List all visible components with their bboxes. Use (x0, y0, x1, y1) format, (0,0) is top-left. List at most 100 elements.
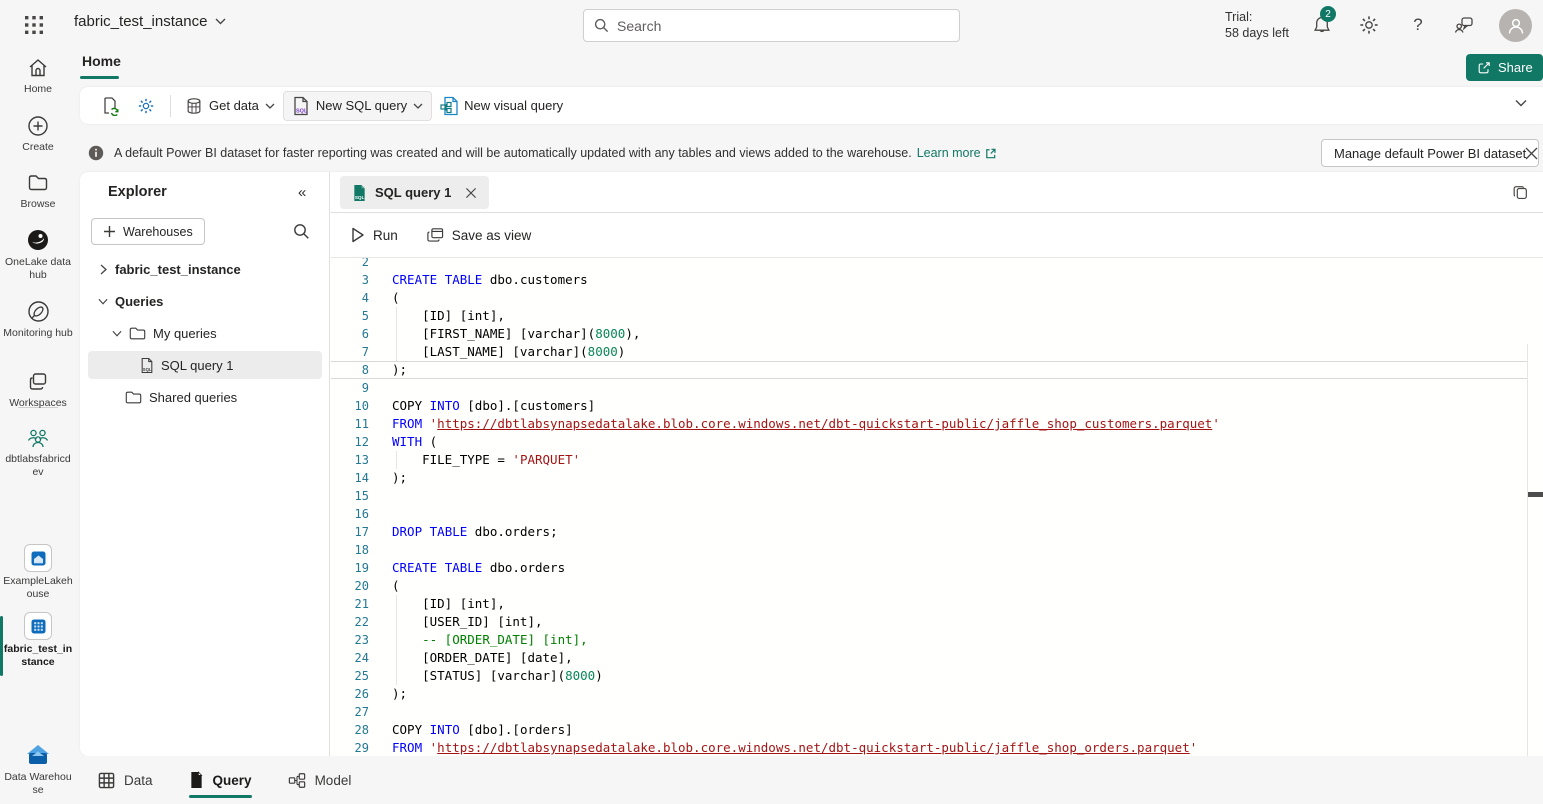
rail-item-fabric-test-instance[interactable]: fabric_test_instance (0, 612, 76, 669)
line-number: 6 (331, 325, 369, 343)
code-line[interactable]: 2 (331, 258, 1527, 271)
rail-item-workspaces[interactable]: Workspaces (0, 370, 76, 410)
sql-code-editor[interactable]: 23CREATE TABLE dbo.customers4(5 [ID] [in… (331, 258, 1543, 756)
data-warehouse-icon (24, 742, 52, 768)
line-number: 5 (331, 307, 369, 325)
code-line[interactable]: 29FROM 'https://dbtlabsynapsedatalake.bl… (331, 739, 1527, 756)
new-visual-query-button[interactable]: New visual query (432, 92, 571, 120)
rail-item-data-warehouse[interactable]: Data Warehouse (0, 742, 76, 797)
query-toolbar: Run Save as view (331, 213, 1543, 258)
explorer-search-icon[interactable] (293, 223, 310, 240)
code-line[interactable]: 24 [ORDER_DATE] [date], (331, 649, 1527, 667)
indent-guide (396, 325, 397, 343)
learn-more-link[interactable]: Learn more (917, 146, 997, 160)
search-icon (594, 18, 609, 33)
add-warehouses-button[interactable]: Warehouses (91, 218, 205, 245)
code-line[interactable]: 21 [ID] [int], (331, 595, 1527, 613)
banner-message: A default Power BI dataset for faster re… (114, 146, 912, 160)
rail-item-browse[interactable]: Browse (0, 171, 76, 211)
close-tab-icon[interactable] (465, 187, 477, 199)
svg-text:SQL: SQL (143, 366, 152, 371)
line-number: 20 (331, 577, 369, 595)
code-line[interactable]: 19CREATE TABLE dbo.orders (331, 559, 1527, 577)
code-line[interactable]: 20( (331, 577, 1527, 595)
trial-status: Trial: 58 days left (1225, 9, 1289, 41)
view-tab-model[interactable]: Model (288, 756, 352, 804)
tab-home[interactable]: Home (82, 53, 121, 69)
rail-item-examplelakehouse[interactable]: ExampleLakehouse (0, 544, 76, 601)
tree-item-queries[interactable]: Queries (88, 287, 322, 315)
tab-sql-query-1[interactable]: SQL SQL query 1 (340, 176, 489, 209)
line-number: 26 (331, 685, 369, 703)
code-lines: 23CREATE TABLE dbo.customers4(5 [ID] [in… (331, 258, 1527, 756)
line-number: 12 (331, 433, 369, 451)
code-line[interactable]: 15 (331, 487, 1527, 505)
settings-button[interactable] (128, 92, 164, 120)
search-input[interactable] (617, 18, 917, 34)
code-line[interactable]: 5 [ID] [int], (331, 307, 1527, 325)
code-line[interactable]: 7 [LAST_NAME] [varchar](8000) (331, 343, 1527, 361)
query-doc-icon (189, 771, 204, 789)
info-icon (88, 145, 104, 161)
share-button[interactable]: Share (1466, 54, 1543, 81)
tree-item-warehouse-root[interactable]: fabric_test_instance (88, 255, 322, 283)
editor-scrollbar[interactable] (1527, 344, 1543, 756)
settings-gear-icon[interactable] (1357, 13, 1381, 37)
people-icon (25, 426, 51, 450)
code-line[interactable]: 8); (331, 361, 1527, 379)
avatar[interactable] (1499, 9, 1532, 42)
search-box[interactable] (583, 9, 960, 42)
info-banner: A default Power BI dataset for faster re… (80, 134, 1543, 172)
code-line[interactable]: 4( (331, 289, 1527, 307)
help-icon[interactable]: ? (1406, 13, 1430, 37)
collapse-panel-icon[interactable]: « (298, 184, 306, 201)
code-line[interactable]: 18 (331, 541, 1527, 559)
get-data-button[interactable]: Get data (177, 93, 283, 119)
banner-close-icon[interactable] (1520, 142, 1542, 164)
code-line[interactable]: 12WITH ( (331, 433, 1527, 451)
save-as-view-button[interactable]: Save as view (426, 227, 532, 243)
code-line[interactable]: 26); (331, 685, 1527, 703)
view-tab-data[interactable]: Data (98, 756, 153, 804)
rail-item-monitoring-hub[interactable]: Monitoring hub (0, 299, 76, 340)
code-line[interactable]: 17DROP TABLE dbo.orders; (331, 523, 1527, 541)
line-number: 15 (331, 487, 369, 505)
code-line[interactable]: 6 [FIRST_NAME] [varchar](8000), (331, 325, 1527, 343)
sql-file-icon: SQL (352, 184, 367, 202)
rail-item-create[interactable]: Create (0, 114, 76, 154)
view-tab-query[interactable]: Query (189, 756, 252, 804)
workspace-switcher[interactable]: fabric_test_instance (74, 13, 226, 30)
manage-default-dataset-button[interactable]: Manage default Power BI dataset (1321, 139, 1539, 167)
left-navigation-rail: Home Create Browse OneLake data hub Moni… (0, 50, 76, 804)
rail-item-onelake-data-hub[interactable]: OneLake data hub (0, 227, 76, 282)
code-line[interactable]: 11FROM 'https://dbtlabsynapsedatalake.bl… (331, 415, 1527, 433)
code-line[interactable]: 10COPY INTO [dbo].[customers] (331, 397, 1527, 415)
code-line[interactable]: 16 (331, 505, 1527, 523)
lakehouse-icon (24, 544, 52, 572)
code-line[interactable]: 23 -- [ORDER_DATE] [int], (331, 631, 1527, 649)
code-line[interactable]: 14); (331, 469, 1527, 487)
tree-item-shared-queries[interactable]: Shared queries (88, 383, 322, 411)
run-button[interactable]: Run (351, 227, 398, 243)
chevron-down-icon (112, 330, 122, 337)
new-sql-query-button[interactable]: SQL New SQL query (283, 91, 432, 121)
code-line[interactable]: 13 FILE_TYPE = 'PARQUET' (331, 451, 1527, 469)
code-line[interactable]: 9 (331, 379, 1527, 397)
feedback-icon[interactable] (1452, 13, 1476, 37)
indent-guide (396, 613, 397, 631)
code-line[interactable]: 27 (331, 703, 1527, 721)
code-line[interactable]: 28COPY INTO [dbo].[orders] (331, 721, 1527, 739)
copy-icon[interactable] (1511, 184, 1529, 202)
code-line[interactable]: 25 [STATUS] [varchar](8000) (331, 667, 1527, 685)
rail-item-dbtlabsfabricdev[interactable]: dbtlabsfabricdev (0, 426, 76, 479)
code-line[interactable]: 22 [USER_ID] [int], (331, 613, 1527, 631)
collapse-ribbon-chevron-icon[interactable] (1515, 99, 1527, 107)
bottom-view-switcher: Data Query Model (80, 756, 1543, 804)
tree-item-my-queries[interactable]: My queries (88, 319, 322, 347)
tree-item-sql-query-1[interactable]: SQL SQL query 1 (88, 351, 322, 379)
app-launcher-icon[interactable] (24, 15, 44, 35)
rail-item-home[interactable]: Home (0, 56, 76, 96)
refresh-dataset-button[interactable] (92, 92, 128, 120)
code-line[interactable]: 3CREATE TABLE dbo.customers (331, 271, 1527, 289)
save-as-view-icon (426, 227, 444, 243)
